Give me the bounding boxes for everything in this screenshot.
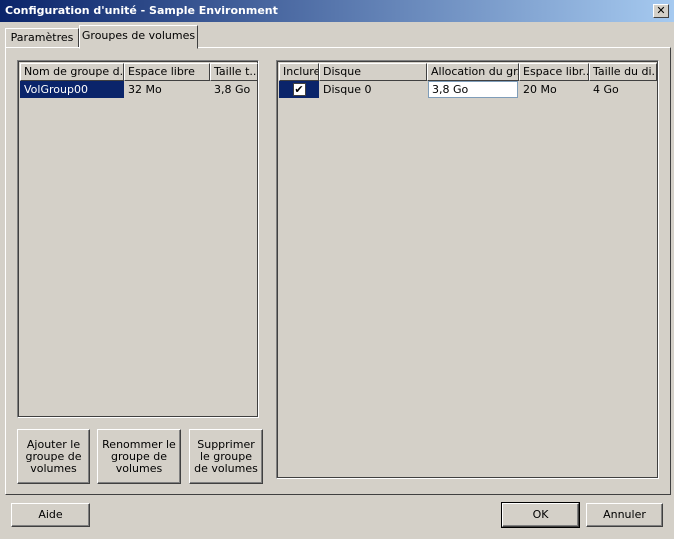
include-checkbox[interactable]: ✔ xyxy=(292,83,306,96)
column-header-allocation[interactable]: Allocation du gr... xyxy=(427,63,519,81)
list-header: Inclure Disque Allocation du gr... Espac… xyxy=(279,63,657,81)
column-header-free-space[interactable]: Espace libr... xyxy=(519,63,589,81)
cell-disk: Disque 0 xyxy=(323,83,372,96)
help-button[interactable]: Aide xyxy=(11,503,90,527)
list-header: Nom de groupe d... Espace libre Taille t… xyxy=(20,63,258,81)
cell-disk-size: 4 Go xyxy=(593,83,619,96)
table-row[interactable]: VolGroup00 32 Mo 3,8 Go xyxy=(20,81,258,98)
cell-include: ✔ xyxy=(279,81,319,98)
tab-label: Groupes de volumes xyxy=(81,29,196,42)
cell-allocation: 3,8 Go xyxy=(427,81,519,98)
column-header-total-size[interactable]: Taille t... xyxy=(210,63,258,81)
allocation-field[interactable]: 3,8 Go xyxy=(428,81,518,98)
disks-list[interactable]: Inclure Disque Allocation du gr... Espac… xyxy=(276,60,659,479)
add-volume-group-button[interactable]: Ajouter le groupe de volumes xyxy=(17,429,90,484)
tab-groupes-de-volumes[interactable]: Groupes de volumes xyxy=(79,25,198,49)
column-header-include[interactable]: Inclure xyxy=(279,63,319,81)
cell-total-size: 3,8 Go xyxy=(214,83,251,96)
column-header-group-name[interactable]: Nom de groupe d... xyxy=(20,63,124,81)
column-header-disk-size[interactable]: Taille du di... xyxy=(589,63,657,81)
close-icon: ✕ xyxy=(656,4,666,17)
cell-free-space: 32 Mo xyxy=(128,83,162,96)
tab-label: Paramètres xyxy=(10,31,74,44)
column-header-disk[interactable]: Disque xyxy=(319,63,427,81)
cell-group-name: VolGroup00 xyxy=(20,81,124,98)
cancel-button[interactable]: Annuler xyxy=(586,503,663,527)
title-bar: Configuration d'unité - Sample Environme… xyxy=(0,0,674,22)
column-header-free-space[interactable]: Espace libre xyxy=(124,63,210,81)
close-button[interactable]: ✕ xyxy=(653,4,669,18)
delete-volume-group-button[interactable]: Supprimer le groupe de volumes xyxy=(189,429,263,484)
tab-parametres[interactable]: Paramètres xyxy=(5,28,79,48)
volume-groups-list[interactable]: Nom de groupe d... Espace libre Taille t… xyxy=(17,60,259,418)
table-row[interactable]: ✔ Disque 0 3,8 Go 20 Mo 4 Go xyxy=(279,81,657,98)
window-title: Configuration d'unité - Sample Environme… xyxy=(5,4,278,17)
cell-free-space: 20 Mo xyxy=(523,83,557,96)
ok-button[interactable]: OK xyxy=(501,502,580,528)
rename-volume-group-button[interactable]: Renommer le groupe de volumes xyxy=(97,429,181,484)
